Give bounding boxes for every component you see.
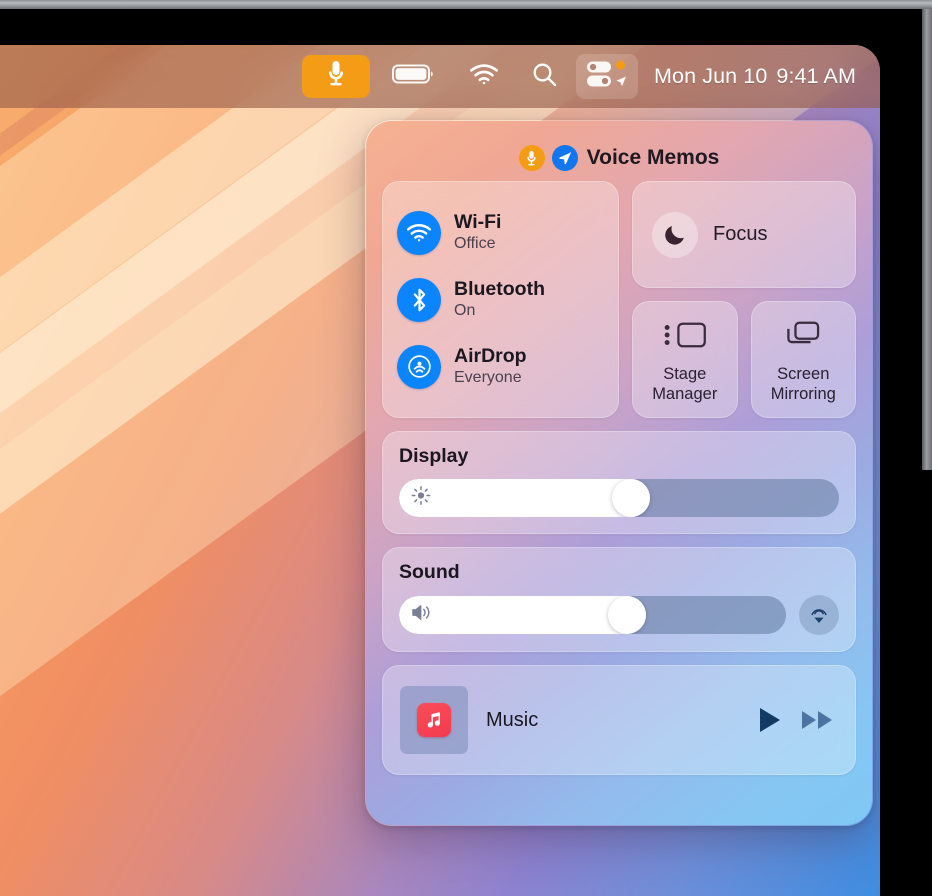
display-slider-knob[interactable]: [612, 479, 651, 517]
apple-music-icon: [417, 703, 451, 737]
display-label: Display: [399, 445, 469, 467]
connectivity-label: AirDrop: [454, 345, 527, 368]
device-screen: Mon Jun 10 9:41 AM Voice Memos Wi-Fi Off…: [0, 0, 932, 896]
focus-tile[interactable]: Focus: [632, 181, 856, 288]
brightness-icon: [410, 485, 432, 512]
airdrop-icon: [397, 344, 441, 389]
connectivity-status: Office: [454, 234, 496, 252]
control-center-app-name: Voice Memos: [586, 146, 720, 169]
connectivity-label: Wi-Fi: [454, 211, 502, 234]
microphone-icon: [518, 145, 545, 171]
sound-tile: Sound: [382, 547, 856, 652]
screen-mirroring-icon: [783, 319, 823, 356]
menu-bar-spotlight[interactable]: [526, 55, 562, 99]
control-center-icon: [585, 58, 629, 95]
menu-bar-battery[interactable]: [388, 55, 442, 99]
play-icon: [760, 708, 780, 732]
control-center-header: Voice Memos: [382, 135, 856, 181]
control-center-panel: Voice Memos Wi-Fi Office Bluetooth On Ai…: [365, 120, 873, 826]
device-bezel-top-edge: [0, 0, 932, 9]
sound-label: Sound: [399, 561, 460, 583]
airplay-audio-button[interactable]: [799, 595, 839, 635]
menu-bar-control-center[interactable]: [576, 54, 639, 99]
album-artwork-placeholder: [400, 686, 468, 754]
menu-bar: Mon Jun 10 9:41 AM: [0, 45, 880, 108]
clock-time: 9:41 AM: [776, 64, 856, 88]
focus-label: Focus: [713, 223, 768, 245]
clock-date: Mon Jun 10: [654, 64, 768, 88]
screen-mirroring-tile[interactable]: Screen Mirroring: [750, 301, 856, 418]
stage-manager-icon: [663, 319, 707, 356]
menu-bar-microphone-indicator[interactable]: [302, 55, 371, 98]
screen-mirroring-label: Screen Mirroring: [770, 365, 836, 403]
battery-icon: [392, 62, 438, 91]
device-bezel-right-edge: [922, 0, 932, 470]
connectivity-item-airdrop[interactable]: AirDrop Everyone: [397, 344, 604, 389]
play-button[interactable]: [757, 706, 783, 734]
wifi-icon: [469, 63, 499, 90]
search-icon: [531, 61, 558, 93]
moon-icon: [652, 211, 698, 258]
stage-manager-label: Stage Manager: [652, 365, 718, 403]
display-brightness-slider[interactable]: [399, 479, 839, 517]
connectivity-status: Everyone: [454, 368, 522, 386]
wifi-icon: [397, 210, 441, 255]
menu-bar-wifi[interactable]: [464, 55, 504, 99]
bluetooth-icon: [397, 277, 441, 322]
sound-volume-slider[interactable]: [399, 596, 786, 634]
speaker-icon: [410, 603, 434, 628]
location-arrow-icon: [551, 145, 578, 171]
music-tile: Music: [382, 665, 856, 775]
desktop: Mon Jun 10 9:41 AM Voice Memos Wi-Fi Off…: [0, 45, 880, 896]
fast-forward-icon: [802, 711, 832, 729]
connectivity-item-wifi[interactable]: Wi-Fi Office: [397, 210, 604, 255]
airplay-audio-icon: [811, 609, 827, 623]
menu-bar-clock[interactable]: Mon Jun 10 9:41 AM: [654, 64, 856, 89]
music-app-label: Music: [486, 708, 539, 731]
next-track-button[interactable]: [801, 708, 835, 732]
connectivity-label: Bluetooth: [454, 278, 545, 301]
stage-manager-tile[interactable]: Stage Manager: [632, 301, 738, 418]
control-center-top-row: Wi-Fi Office Bluetooth On AirDrop Everyo…: [382, 181, 856, 418]
connectivity-status: On: [454, 301, 476, 319]
sound-slider-knob[interactable]: [608, 596, 647, 634]
display-tile: Display: [382, 431, 856, 534]
connectivity-tile: Wi-Fi Office Bluetooth On AirDrop Everyo…: [382, 181, 619, 418]
connectivity-item-bluetooth[interactable]: Bluetooth On: [397, 277, 604, 322]
microphone-icon: [326, 60, 346, 93]
